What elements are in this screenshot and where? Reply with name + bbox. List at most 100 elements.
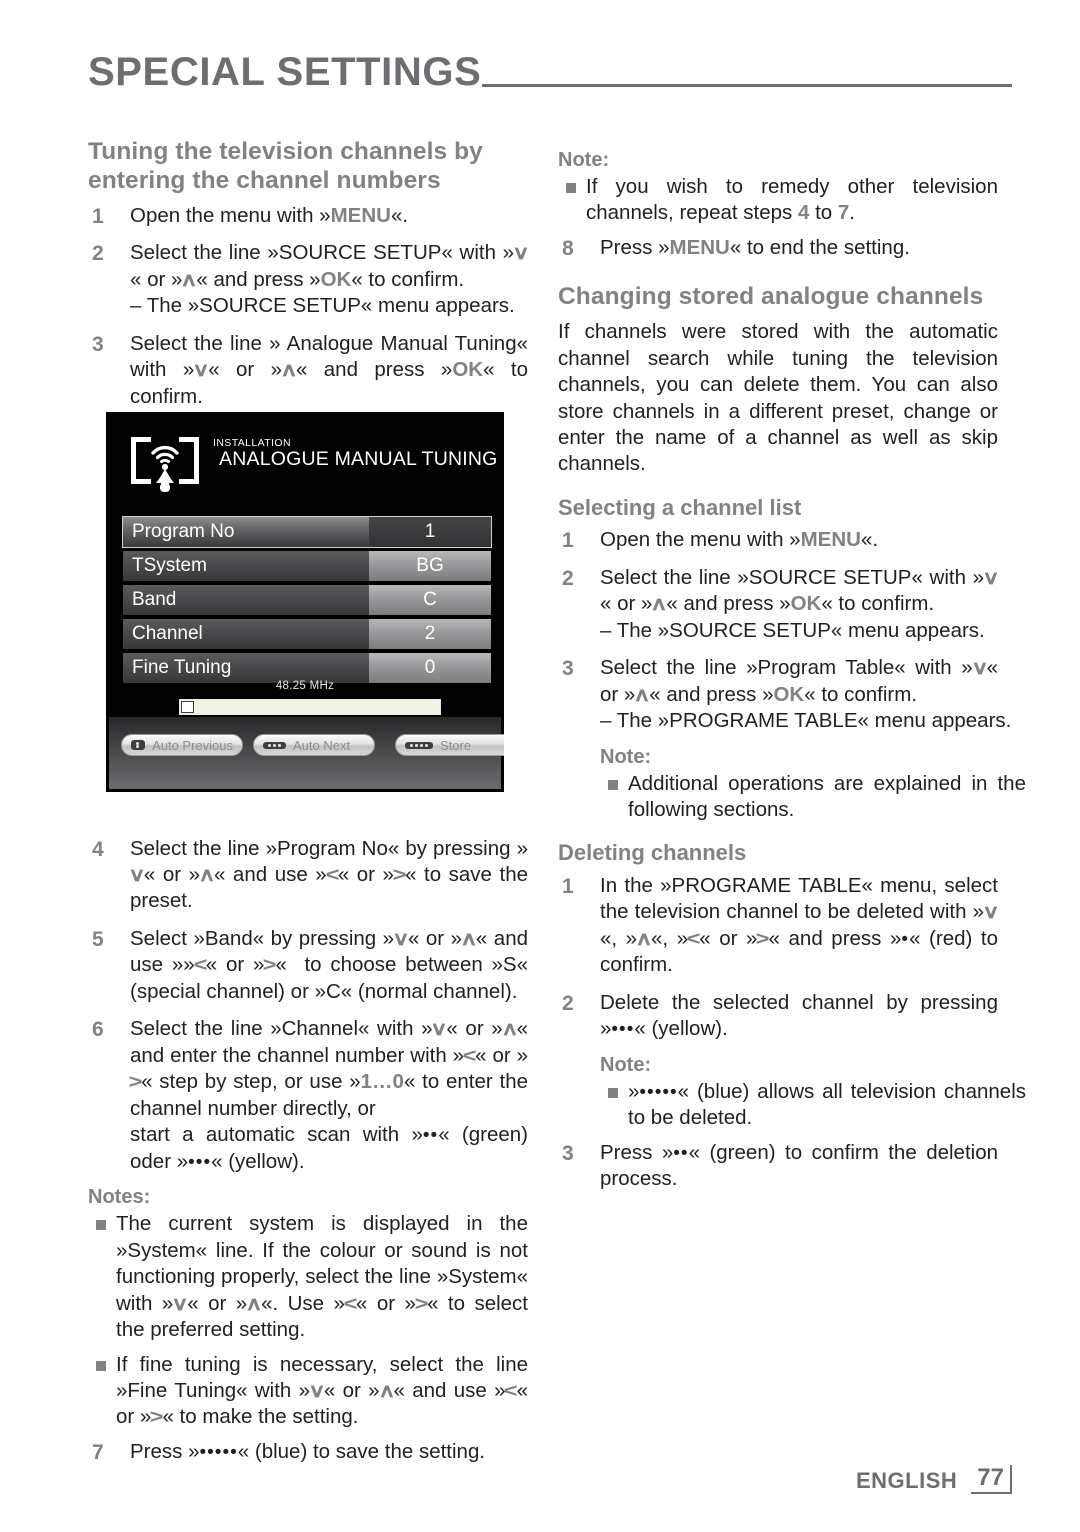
step-8: 8 Press »MENU« to end the setting. [558, 235, 998, 261]
left-section-title: Tuning the television channels by enteri… [88, 138, 483, 194]
bullet-square-icon [608, 779, 618, 790]
manual-page: SPECIAL SETTINGS Tuning the television c… [0, 0, 1080, 1532]
osd-button-auto-next[interactable]: Auto Next [253, 734, 375, 756]
osd-button-store[interactable]: Store [395, 734, 504, 756]
step-number: 2 [562, 566, 574, 590]
step-text: Select the line »Channel« with »∨« or »∧… [128, 1017, 528, 1120]
note-text: If fine tuning is necessary, select the … [116, 1352, 528, 1429]
step-number: 1 [562, 874, 574, 898]
osd-button-label: Auto Next [293, 737, 351, 753]
osd-row-channel[interactable]: Channel 2 [123, 619, 491, 649]
bullet-square-icon [566, 183, 576, 193]
bullet-square-icon [608, 1087, 618, 1098]
two-dots-icon [131, 740, 146, 750]
step-text: Select the line » Analogue Manual Tuning… [130, 331, 528, 408]
step-number: 6 [92, 1018, 104, 1042]
step-text: Select the line »SOURCE SETUP« with »∨« … [600, 565, 1000, 616]
step-text: Select the line »Program No« by pressing… [128, 836, 529, 913]
step-2: 2 Delete the selected channel by pressin… [558, 990, 998, 1043]
left-column: Tuning the television channels by enteri… [88, 138, 530, 1476]
note-text: »•••••« (blue) allows all television cha… [628, 1079, 1026, 1130]
step-7: 7 Press »•••••« (blue) to save the setti… [88, 1439, 528, 1466]
note-heading: Note: [600, 745, 652, 768]
osd-title: ANALOGUE MANUAL TUNING [219, 448, 498, 470]
step-number: 7 [92, 1440, 104, 1464]
step-text: In the »PROGRAME TABLE« menu, select the… [600, 873, 1000, 977]
bullet-square-icon [96, 1220, 106, 1231]
note-heading: Note: [558, 149, 610, 171]
page-title: SPECIAL SETTINGS [88, 50, 482, 94]
osd-row-label: Program No [123, 517, 369, 547]
tv-osd-screenshot: INSTALLATION ANALOGUE MANUAL TUNING Prog… [106, 412, 504, 792]
osd-header: INSTALLATION ANALOGUE MANUAL TUNING [109, 415, 501, 510]
note-bullet: Additional operations are explained in t… [600, 771, 1026, 824]
osd-row-fine-tuning[interactable]: Fine Tuning 0 [123, 653, 491, 683]
step-3: 3 Select the line »Program Table« with »… [558, 655, 1012, 734]
note-bullet: If you wish to remedy other television c… [558, 174, 998, 227]
four-dots-icon [405, 741, 433, 749]
osd-rows: Program No 1 TSystem BG Band C Channel 2… [122, 516, 492, 687]
osd-footer: Auto Previous Auto Next Store [109, 717, 504, 789]
osd-row-value[interactable]: C [369, 585, 491, 615]
step-number: 4 [92, 837, 104, 861]
osd-row-tsystem[interactable]: TSystem BG [123, 551, 491, 581]
step-number: 3 [562, 1141, 574, 1165]
notes-heading: Notes: [88, 1186, 151, 1209]
step-1: 1 In the »PROGRAME TABLE« menu, select t… [558, 873, 1000, 979]
osd-row-label: Band [123, 585, 369, 615]
slider-knob[interactable] [181, 701, 194, 713]
step-number: 8 [562, 236, 574, 260]
step-text: Delete the selected channel by pressing … [600, 990, 998, 1041]
bullet-square-icon [96, 1360, 106, 1371]
right-intro-paragraph: If channels were stored with the automat… [558, 320, 998, 476]
page-footer: ENGLISH 77 [856, 1465, 1012, 1494]
osd-row-label: Channel [123, 619, 369, 649]
step-number: 2 [562, 991, 574, 1015]
step-text: Select the line »SOURCE SETUP« with »∨« … [130, 241, 530, 291]
osd-row-label: TSystem [123, 551, 369, 581]
osd-row-value[interactable]: 0 [369, 653, 491, 683]
osd-row-label: Fine Tuning [123, 653, 369, 683]
step-number: 2 [92, 242, 104, 266]
note-text: If you wish to remedy other television c… [586, 175, 998, 225]
osd-frequency-label: 48.25 MHz [275, 680, 335, 692]
osd-row-band[interactable]: Band C [123, 585, 491, 615]
osd-row-value[interactable]: 2 [369, 619, 491, 649]
step-6: 6 Select the line »Channel« with »∨« or … [88, 1016, 528, 1175]
step-result: – The »SOURCE SETUP« menu appears. [600, 618, 985, 642]
step-text: Open the menu with »MENU«. [600, 528, 879, 552]
osd-button-auto-previous[interactable]: Auto Previous [121, 734, 243, 756]
osd-frequency-slider[interactable] [179, 699, 441, 715]
footer-language: ENGLISH [856, 1468, 958, 1493]
osd-row-program-no[interactable]: Program No 1 [122, 516, 492, 548]
antenna-installation-icon [131, 437, 199, 492]
step-1: 1 Open the menu with »MENU«. [558, 527, 998, 553]
step-text: Select »Band« by pressing »∨« or »∧« and… [130, 926, 529, 1003]
osd-button-label: Store [440, 737, 472, 753]
note-bullet: The current system is displayed in the »… [88, 1211, 528, 1343]
step-number: 1 [562, 529, 574, 553]
note-text: Additional operations are explained in t… [628, 771, 1026, 821]
step-4: 4 Select the line »Program No« by pressi… [88, 836, 528, 915]
right-section-title: Changing stored analogue channels [558, 283, 984, 311]
subsection-selecting-channel-list: Selecting a channel list [558, 494, 802, 520]
page-header: SPECIAL SETTINGS [88, 52, 1012, 92]
note-heading: Note: [600, 1053, 652, 1076]
step-result: – The »PROGRAME TABLE« menu appears. [600, 709, 1012, 733]
subsection-deleting-channels: Deleting channels [558, 840, 747, 866]
note-text: The current system is displayed in the »… [116, 1212, 528, 1342]
step-2: 2 Select the line »SOURCE SETUP« with »∨… [558, 565, 1000, 644]
osd-row-value[interactable]: 1 [369, 517, 491, 547]
step-number: 5 [92, 927, 104, 951]
step-number: 3 [92, 332, 104, 356]
osd-button-label: Auto Previous [152, 737, 233, 753]
step-result: – The »SOURCE SETUP« menu appears. [130, 294, 515, 318]
three-dots-icon [263, 741, 286, 749]
step-text: Press »••« (green) to confirm the deleti… [600, 1140, 999, 1191]
osd-row-value[interactable]: BG [369, 551, 491, 581]
step-number: 3 [562, 657, 574, 681]
note-bullet: »•••••« (blue) allows all television cha… [600, 1079, 1026, 1132]
step-text: Select the line »Program Table« with »∨«… [600, 656, 998, 706]
step-text: Press »MENU« to end the setting. [600, 235, 910, 259]
step-2: 2 Select the line »SOURCE SETUP« with »∨… [88, 240, 530, 319]
